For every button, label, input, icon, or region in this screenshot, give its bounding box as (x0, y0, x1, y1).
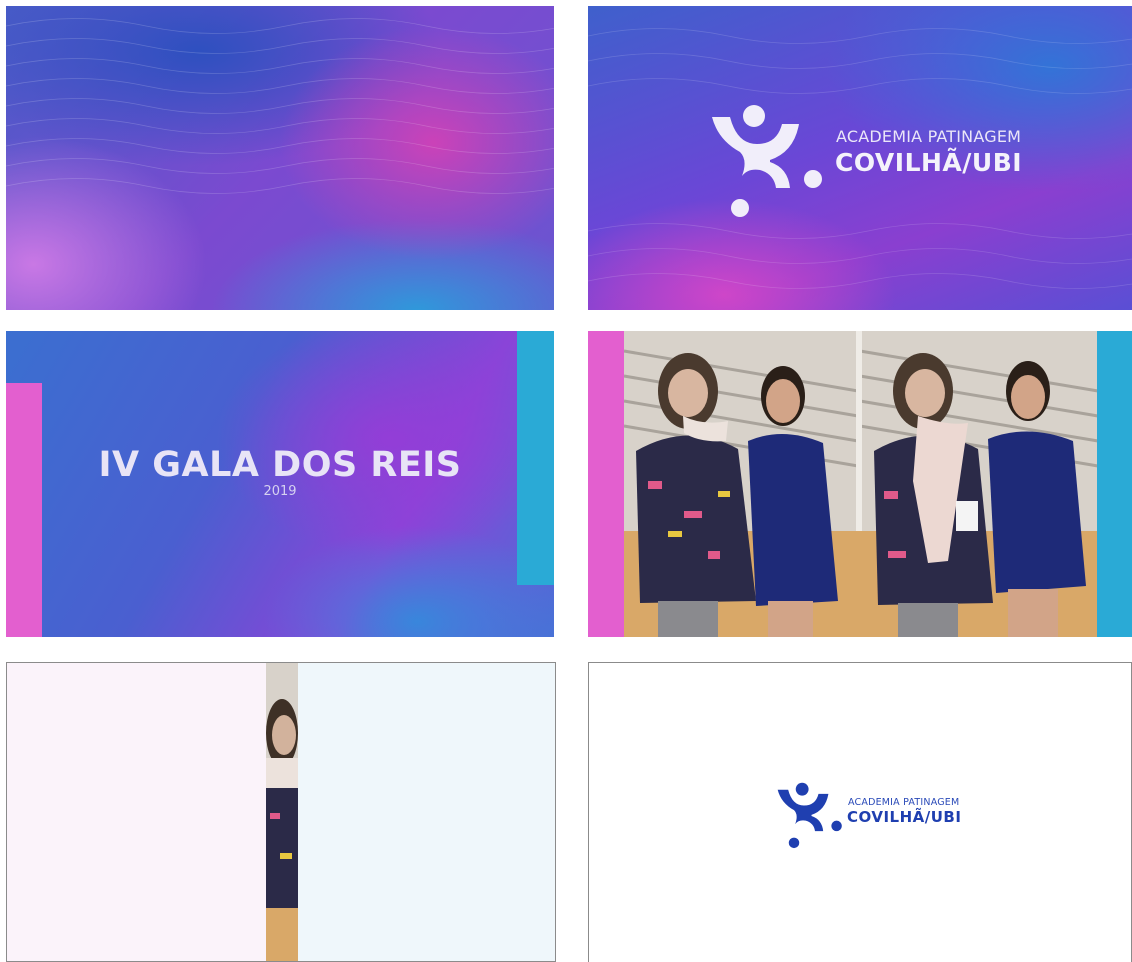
pink-accent-bar (588, 331, 624, 637)
event-year: 2019 (263, 484, 297, 499)
brand-line-1: ACADEMIA PATINAGEM (848, 797, 960, 808)
title-card-frame: IV GALA DOS REIS 2019 (6, 331, 554, 637)
cyan-accent-bar (1097, 331, 1132, 637)
skater-logo-icon (712, 105, 822, 217)
photo-strip-image (266, 663, 298, 961)
photo-strip (266, 663, 298, 961)
skater-logo-icon (777, 782, 842, 849)
pink-accent-bar (6, 383, 42, 637)
transition-frame (6, 662, 556, 962)
brand-line-2: COVILHÃ/UBI (835, 148, 1023, 177)
logo-gradient-frame: ACADEMIA PATINAGEM COVILHÃ/UBI (588, 6, 1132, 310)
brand-line-1: ACADEMIA PATINAGEM (836, 127, 1022, 146)
brand-line-2: COVILHÃ/UBI (847, 808, 962, 826)
cyan-panel (298, 663, 555, 961)
skaters-photo (588, 331, 1132, 637)
wave-pattern (6, 18, 554, 194)
pink-panel (7, 663, 266, 961)
gradient-background-frame (6, 6, 554, 310)
photo-frame (588, 331, 1132, 637)
logo-white-frame: ACADEMIA PATINAGEM COVILHÃ/UBI (588, 662, 1132, 962)
event-title: IV GALA DOS REIS (98, 445, 462, 485)
